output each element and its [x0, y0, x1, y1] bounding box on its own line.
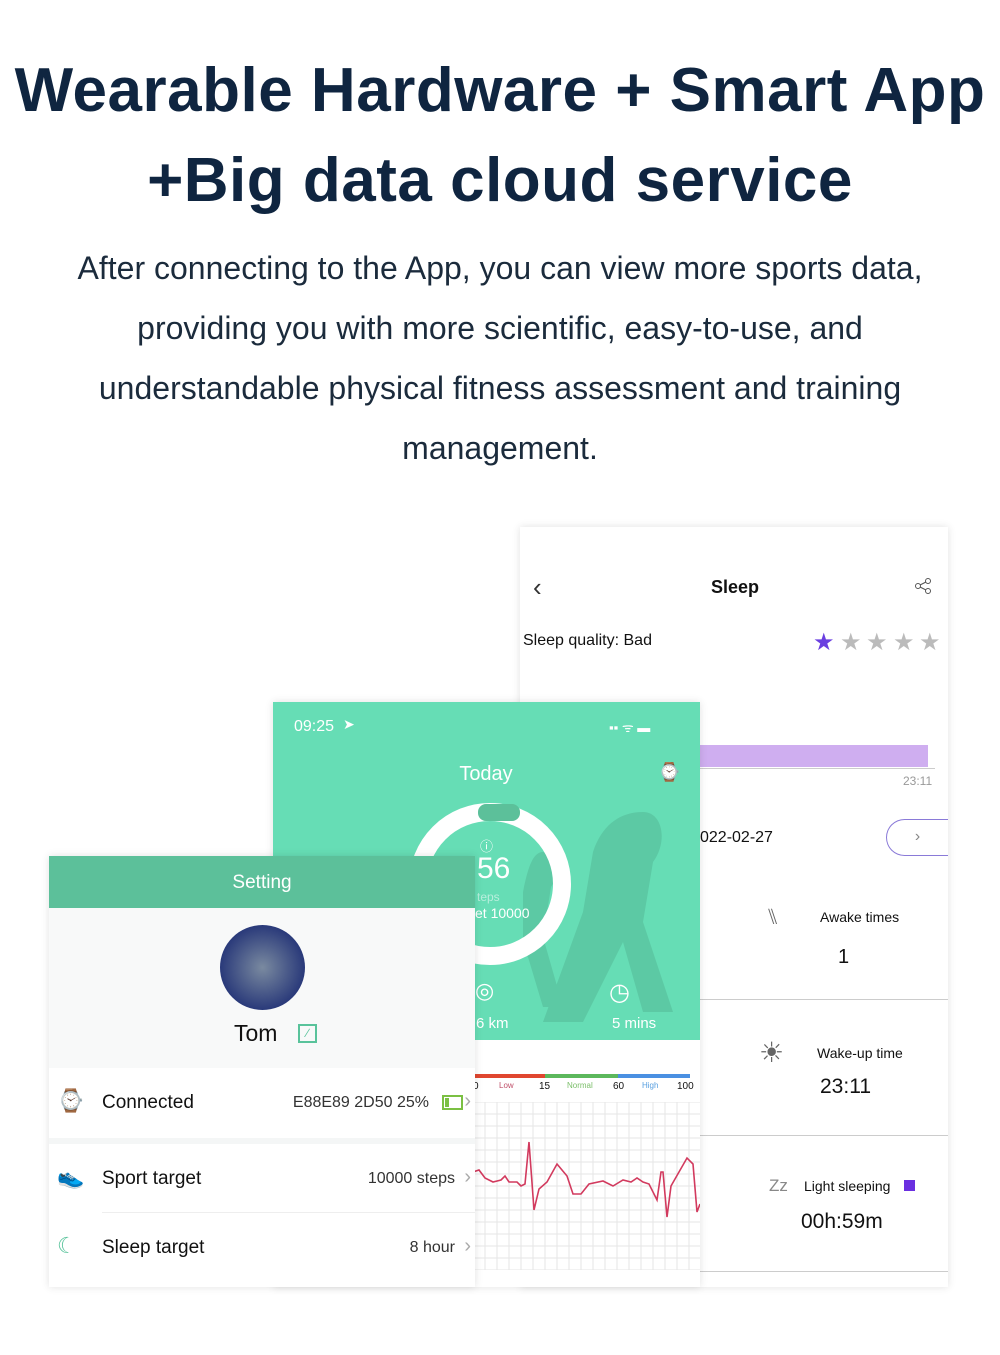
location-icon: ➤: [343, 716, 355, 732]
sleep-target-row[interactable]: ☾ Sleep target 8 hour ›: [49, 1213, 475, 1283]
steps-target: et 10000: [475, 905, 530, 921]
chevron-right-icon: ›: [464, 1166, 471, 1188]
watch-icon: ⌚: [57, 1088, 85, 1113]
sleep-title: Sleep: [710, 577, 760, 597]
avatar[interactable]: [220, 925, 305, 1010]
divider: [700, 1135, 948, 1136]
star-icon: ★: [893, 629, 915, 656]
watch-icon[interactable]: ⌚: [658, 762, 680, 783]
tick-label: 100: [677, 1081, 694, 1092]
chevron-right-icon: ›: [464, 1235, 471, 1257]
sleep-axis: [690, 768, 935, 769]
description: After connecting to the App, you can vie…: [77, 250, 923, 466]
headline-line1: Wearable Hardware + Smart App: [14, 56, 986, 125]
row-label: Connected: [102, 1092, 194, 1113]
light-value: 00h:59m: [801, 1210, 883, 1233]
divider: [700, 1271, 948, 1272]
star-icon: ★: [840, 629, 862, 656]
headline-line2: +Big data cloud service: [147, 146, 853, 215]
row-label: Sport target: [102, 1168, 202, 1189]
ecg-line: [473, 1141, 700, 1218]
sleep-bar: [690, 745, 928, 767]
moon-icon: ☾: [57, 1233, 77, 1258]
duration-value: 5 mins: [612, 1015, 657, 1032]
status-icons: ▪▪ ᯤ ▬: [609, 720, 651, 735]
wake-label: Wake-up time: [817, 1045, 903, 1061]
sleep-quality: Sleep quality: Bad: [523, 632, 652, 649]
heart-rate-scale: [473, 1074, 690, 1078]
clock-icon: ◷: [609, 979, 630, 1006]
distance-icon: ◎: [475, 978, 495, 1003]
scale-labels: 0 Low 15 Normal 60 High 100: [473, 1081, 694, 1095]
star-icon: ★: [813, 629, 835, 656]
back-button[interactable]: ‹: [533, 572, 542, 603]
star-icon: ★: [866, 629, 888, 656]
tick-label: 60: [613, 1081, 625, 1092]
setting-screen: Setting Tom ∕ ⌚ Connected E88E89 2D50 25…: [49, 856, 475, 1287]
sun-icon: ☀: [759, 1037, 785, 1068]
today-title: Today: [459, 763, 513, 785]
awake-value: 1: [838, 946, 850, 968]
user-name: Tom: [234, 1020, 278, 1046]
edit-icon[interactable]: ∕: [298, 1024, 317, 1043]
share-icon[interactable]: [914, 577, 932, 595]
sleep-date: 022-02-27: [700, 829, 773, 846]
awake-label: Awake times: [820, 909, 900, 925]
star-icon: ★: [919, 629, 941, 656]
ecg-chart: [473, 1102, 700, 1270]
zz-icon: Zz: [769, 1176, 788, 1195]
steps-value: 56: [477, 852, 511, 885]
light-label: Light sleeping: [804, 1178, 891, 1194]
setting-title: Setting: [49, 856, 475, 908]
tick-label: 15: [539, 1081, 551, 1092]
shoe-icon: 👟: [57, 1164, 85, 1189]
row-label: Sleep target: [102, 1237, 205, 1258]
row-value: E88E89 2D50 25%: [292, 1094, 429, 1111]
profile-section: Tom ∕: [49, 908, 475, 1068]
divider: [700, 999, 948, 1000]
light-legend-swatch: [904, 1180, 915, 1191]
distance-value: 6 km: [476, 1015, 509, 1032]
row-value: 10000 steps: [367, 1170, 455, 1187]
bar-end-time: 23:11: [903, 774, 933, 788]
zone-label: Low: [499, 1081, 514, 1090]
chevron-right-icon: ›: [464, 1090, 471, 1112]
awake-icon: ⑊: [766, 904, 780, 929]
status-time: 09:25: [294, 718, 335, 735]
row-value: 8 hour: [409, 1239, 455, 1256]
wake-value: 23:11: [820, 1075, 871, 1098]
steps-unit: teps: [477, 890, 500, 904]
zone-label: High: [642, 1081, 659, 1090]
next-date-button[interactable]: ›: [886, 819, 948, 856]
zone-label: Normal: [567, 1081, 593, 1090]
battery-icon: [442, 1095, 463, 1110]
sport-target-row[interactable]: 👟 Sport target 10000 steps ›: [49, 1144, 475, 1214]
connected-row[interactable]: ⌚ Connected E88E89 2D50 25% ›: [49, 1068, 475, 1138]
